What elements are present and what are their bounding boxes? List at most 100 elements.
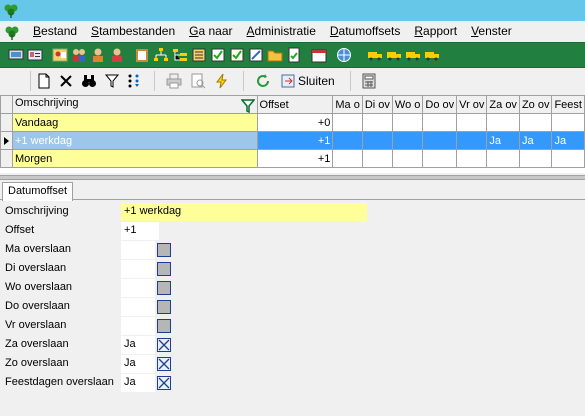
checklist-edit-icon[interactable] <box>229 47 245 63</box>
print-button[interactable] <box>163 70 185 92</box>
column-header-ma[interactable]: Ma o <box>332 95 363 114</box>
row-selector[interactable] <box>0 149 13 168</box>
org-chart-icon[interactable] <box>153 47 169 63</box>
column-header-feest[interactable]: Feest <box>551 95 585 114</box>
row-selector-current[interactable] <box>0 131 13 150</box>
checklist-icon[interactable] <box>210 47 226 63</box>
cell-feest[interactable]: Ja <box>551 131 585 150</box>
cell-omschrijving[interactable]: +1 werkdag <box>11 131 258 150</box>
cell-di[interactable] <box>361 149 393 168</box>
column-filter-icon[interactable] <box>240 98 255 113</box>
row-selector[interactable] <box>0 113 13 132</box>
cell-zo[interactable]: Ja <box>518 131 553 150</box>
menu-rapport[interactable]: Rapport <box>407 21 464 42</box>
document-check-icon[interactable] <box>286 47 302 63</box>
cell-zo[interactable] <box>518 113 553 132</box>
cell-do[interactable] <box>422 131 458 150</box>
cell-omschrijving[interactable]: Vandaag <box>11 113 258 132</box>
user-group-icon[interactable] <box>109 47 125 63</box>
di-overslaan-checkbox[interactable] <box>157 262 171 276</box>
cell-za[interactable]: Ja <box>486 131 520 150</box>
ma-overslaan-checkbox[interactable] <box>157 243 171 257</box>
cell-wo[interactable] <box>391 149 424 168</box>
new-button[interactable] <box>34 70 54 92</box>
cell-wo[interactable] <box>391 113 424 132</box>
close-button[interactable]: Sluiten <box>276 70 340 92</box>
cell-vr[interactable] <box>456 131 488 150</box>
column-header-za[interactable]: Za ov <box>486 95 520 114</box>
cell-do[interactable] <box>422 149 458 168</box>
cell-wo[interactable] <box>391 131 424 150</box>
cell-za[interactable] <box>486 149 520 168</box>
table-row[interactable]: Morgen +1 <box>0 149 585 168</box>
cell-offset[interactable]: +1 <box>256 149 334 168</box>
find-button[interactable] <box>78 70 100 92</box>
cell-do[interactable] <box>422 113 458 132</box>
action-button[interactable] <box>211 70 233 92</box>
cell-offset[interactable]: +0 <box>256 113 334 132</box>
clipboard-icon[interactable] <box>134 47 150 63</box>
menu-stambestanden[interactable]: Stambestanden <box>84 21 182 42</box>
filter-button[interactable] <box>102 70 122 92</box>
column-header-omschrijving[interactable]: Omschrijving <box>11 95 258 114</box>
cell-ma[interactable] <box>332 113 363 132</box>
cell-feest[interactable] <box>551 149 585 168</box>
cell-di[interactable] <box>361 113 393 132</box>
menu-administratie[interactable]: Administratie <box>240 21 323 42</box>
menu-bestand[interactable]: Bestand <box>26 21 84 42</box>
tab-datumoffset[interactable]: Datumoffset <box>2 182 74 201</box>
cell-di[interactable] <box>361 131 393 150</box>
column-header-wo[interactable]: Wo o <box>391 95 424 114</box>
folder-icon[interactable] <box>267 47 283 63</box>
menu-ga-naar[interactable]: Ga naar <box>182 21 239 42</box>
za-overslaan-checkbox[interactable] <box>157 338 171 352</box>
delete-button[interactable] <box>56 70 76 92</box>
cell-feest[interactable] <box>551 113 585 132</box>
calculator-button[interactable] <box>359 70 379 92</box>
cell-ma[interactable] <box>332 149 363 168</box>
cell-vr[interactable] <box>456 113 488 132</box>
do-overslaan-checkbox[interactable] <box>157 300 171 314</box>
cell-zo[interactable] <box>518 149 553 168</box>
zo-overslaan-value[interactable]: Ja <box>121 355 155 373</box>
sort-button[interactable] <box>124 70 144 92</box>
menu-datumoffsets[interactable]: Datumoffsets <box>323 21 407 42</box>
feestdagen-overslaan-checkbox[interactable] <box>157 376 171 390</box>
calendar-icon[interactable] <box>311 47 327 63</box>
column-header-vr[interactable]: Vr ov <box>456 95 488 114</box>
cell-omschrijving[interactable]: Morgen <box>11 149 258 168</box>
di-overslaan-value[interactable] <box>121 260 155 278</box>
do-overslaan-value[interactable] <box>121 298 155 316</box>
user-card-icon[interactable] <box>52 47 68 63</box>
list-tree-icon[interactable] <box>172 47 188 63</box>
truck-arrive-icon[interactable] <box>386 47 402 63</box>
cell-ma[interactable] <box>332 131 363 150</box>
menu-venster[interactable]: Venster <box>464 21 519 42</box>
id-card-icon[interactable] <box>27 47 43 63</box>
book-icon[interactable] <box>191 47 207 63</box>
pencil-check-icon[interactable] <box>248 47 264 63</box>
zo-overslaan-checkbox[interactable] <box>157 357 171 371</box>
vr-overslaan-value[interactable] <box>121 317 155 335</box>
column-header-offset[interactable]: Offset <box>256 95 334 114</box>
user-icon[interactable] <box>90 47 106 63</box>
omschrijving-field[interactable]: +1 werkdag <box>121 203 367 221</box>
ma-overslaan-value[interactable] <box>121 241 155 259</box>
table-row[interactable]: Vandaag +0 <box>0 113 585 132</box>
refresh-button[interactable] <box>252 70 274 92</box>
column-header-di[interactable]: Di ov <box>361 95 393 114</box>
wo-overslaan-checkbox[interactable] <box>157 281 171 295</box>
column-header-do[interactable]: Do ov <box>422 95 458 114</box>
table-row[interactable]: +1 werkdag +1 Ja Ja Ja <box>0 131 585 150</box>
offset-field[interactable]: +1 <box>121 222 159 240</box>
users-icon[interactable] <box>71 47 87 63</box>
cell-za[interactable] <box>486 113 520 132</box>
truck-icon[interactable] <box>367 47 383 63</box>
globe-icon[interactable] <box>336 47 352 63</box>
cell-vr[interactable] <box>456 149 488 168</box>
wo-overslaan-value[interactable] <box>121 279 155 297</box>
mdi-clover-icon[interactable] <box>4 24 20 40</box>
vr-overslaan-checkbox[interactable] <box>157 319 171 333</box>
za-overslaan-value[interactable]: Ja <box>121 336 155 354</box>
computer-icon[interactable] <box>8 47 24 63</box>
